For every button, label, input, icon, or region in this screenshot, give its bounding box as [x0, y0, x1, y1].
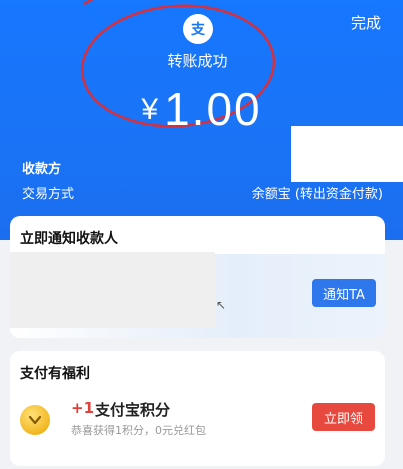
redacted-area: [10, 252, 215, 328]
notify-card-title: 立即通知收款人: [20, 231, 118, 247]
payment-method-value: 余额宝 (转出资金付款): [251, 187, 383, 202]
transfer-status: 转账成功: [167, 52, 228, 70]
notify-button[interactable]: 通知TA: [312, 279, 376, 307]
notify-payee-card: 立即通知收款人 ↖ 通知TA: [10, 216, 385, 338]
payee-label: 收款方: [22, 162, 62, 177]
done-button[interactable]: 完成: [351, 12, 381, 33]
cursor-icon: ↖: [216, 298, 227, 312]
chevron-down-icon: [28, 415, 42, 425]
svg-text:支: 支: [190, 21, 206, 38]
payment-method-label: 交易方式: [22, 187, 75, 202]
benefit-card-title: 支付有福利: [20, 366, 90, 382]
redacted-area: [291, 126, 403, 182]
claim-points-button[interactable]: 立即领: [312, 403, 375, 431]
success-header: 支 完成 转账成功 ¥1.00 收款方 交易方式 余额宝 (转出资金付款): [0, 0, 403, 240]
points-amount: +1: [71, 399, 95, 417]
alipay-logo-icon: 支: [190, 21, 206, 38]
currency-symbol: ¥: [141, 93, 159, 126]
alipay-logo: 支: [183, 14, 213, 44]
points-coin-icon: [20, 405, 50, 435]
amount-value: 1.00: [164, 83, 262, 135]
points-title: 支付宝积分: [95, 401, 171, 419]
points-subtitle: 恭喜获得1积分，0元兑红包: [71, 424, 206, 437]
